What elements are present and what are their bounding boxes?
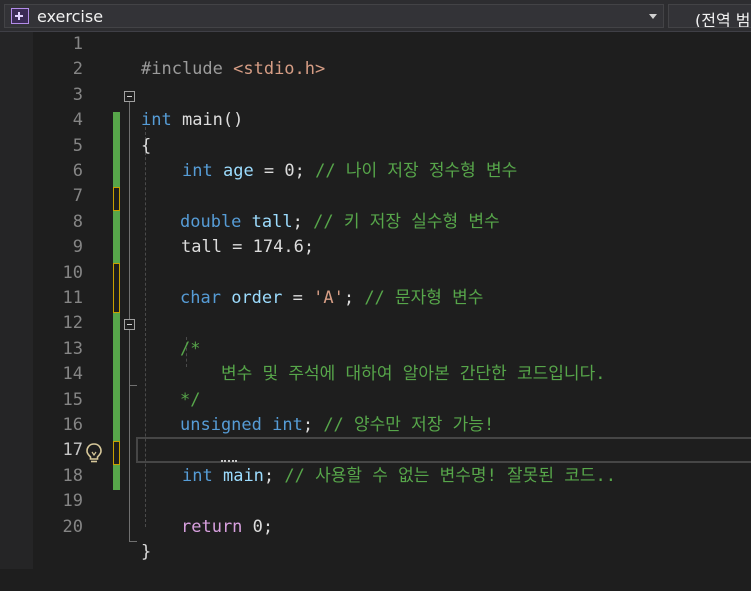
- line-number: 18: [62, 465, 83, 486]
- code-line-10[interactable]: char order = 'A'; // 문자형 변수: [0, 261, 751, 308]
- keyword: unsigned int: [180, 415, 303, 435]
- member-dropdown[interactable]: (전역 범위): [668, 4, 751, 28]
- line-number: 2: [72, 59, 83, 80]
- comment: // 사용할 수 없는 변수명! 잘못된 코드..: [284, 465, 616, 486]
- suggestion-dots[interactable]: [221, 458, 237, 462]
- line-number: 11: [62, 288, 83, 308]
- identifier: order: [231, 288, 283, 308]
- preprocessor-directive: #include: [141, 59, 234, 80]
- scope-dropdown[interactable]: exercise: [4, 4, 664, 28]
- code-line-4[interactable]: {: [0, 108, 751, 156]
- keyword: char: [180, 288, 221, 308]
- keyword: int: [182, 161, 213, 181]
- outline-end: [129, 541, 137, 542]
- navigation-bar: exercise (전역 범위): [0, 0, 751, 32]
- line-number: 9: [72, 237, 83, 258]
- line-number: 6: [72, 161, 83, 181]
- code-line-3[interactable]: int main(): [0, 83, 751, 130]
- comment: // 양수만 저장 가능!: [323, 415, 495, 435]
- comment: // 문자형 변수: [364, 288, 484, 308]
- code-text: ;: [343, 288, 365, 308]
- identifier: main: [222, 465, 264, 486]
- char-literal: 'A': [313, 288, 344, 308]
- code-text: tall = 174.6;: [181, 237, 315, 258]
- code-editor[interactable]: 1 2 3 4 5 6 7 8 9 10 11 12 13 14 15 16 1…: [0, 32, 751, 569]
- brace: }: [141, 542, 152, 562]
- code-line-15[interactable]: unsigned int; // 양수만 저장 가능!: [0, 388, 751, 435]
- code-text: ;: [302, 415, 324, 435]
- code-line-20[interactable]: }: [0, 515, 751, 562]
- member-label: (전역 범위): [695, 11, 751, 28]
- chevron-down-icon[interactable]: [649, 14, 657, 19]
- include-path: <stdio.h>: [233, 59, 326, 80]
- class-icon: [11, 8, 29, 24]
- code-line-17[interactable]: int main; // 사용할 수 없는 변수명! 잘못된 코드..: [0, 438, 751, 486]
- code-line-14[interactable]: */: [0, 362, 751, 410]
- code-line-8[interactable]: tall = 174.6;: [0, 210, 751, 257]
- comment: // 나이 저장 정수형 변수: [315, 161, 518, 181]
- code-line-12[interactable]: /*: [0, 311, 751, 359]
- keyword: int: [182, 465, 213, 486]
- code-text: ;: [263, 465, 285, 486]
- identifier: age: [222, 161, 254, 181]
- code-line-7[interactable]: double tall; // 키 저장 실수형 변수: [0, 184, 751, 232]
- code-line-1[interactable]: #include <stdio.h>: [0, 32, 751, 79]
- code-text: = 0;: [253, 161, 316, 181]
- code-text: =: [282, 288, 314, 308]
- scope-label: exercise: [37, 7, 104, 26]
- code-line-5[interactable]: int age = 0; // 나이 저장 정수형 변수: [0, 134, 751, 181]
- code-line-19[interactable]: return 0;: [0, 489, 751, 537]
- line-number: 16: [62, 415, 83, 435]
- code-line-13[interactable]: 변수 및 주석에 대하여 알아본 간단한 코드입니다.: [0, 337, 751, 384]
